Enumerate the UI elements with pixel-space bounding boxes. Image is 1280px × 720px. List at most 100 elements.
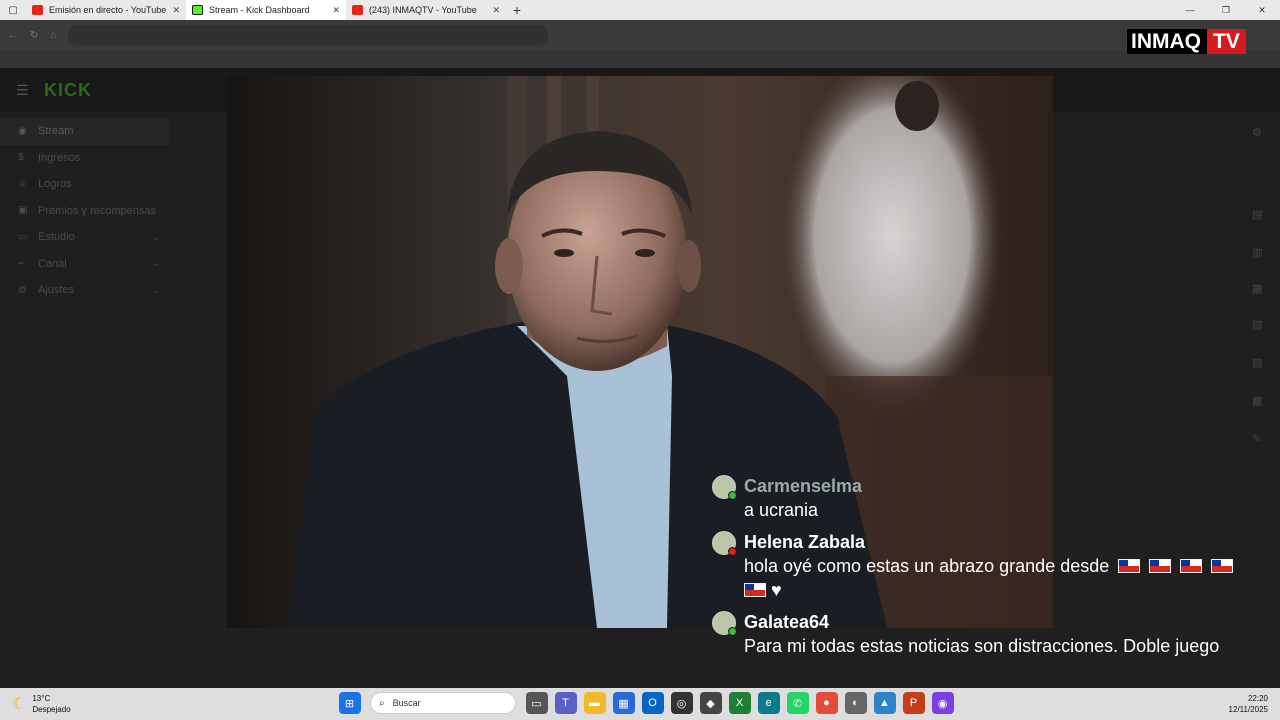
weather-condition: Despejado [32,705,71,714]
reload-icon[interactable]: ↻ [30,30,38,41]
brand-logo-part: INMAQ [1127,29,1207,54]
sidebar-item-ingresos[interactable]: $ Ingresos [0,145,170,172]
back-icon[interactable]: ← [8,30,18,41]
bookmarks-bar [0,50,1280,68]
photos-icon[interactable]: ▲ [873,692,896,714]
youtube-badge-icon [728,547,737,556]
sidebar-item-estudio[interactable]: ▭ Estudio ⌄ [0,224,170,251]
teams-icon[interactable]: T [554,692,577,714]
chrome-icon[interactable]: ● [815,692,838,714]
broadcast-icon: ◉ [18,125,27,137]
taskbar-clock[interactable]: 22:20 12/11/2025 [1229,693,1268,715]
chat-username: Carmenselma [744,476,863,496]
chat-text: a ucrania [744,500,819,520]
task-view-icon[interactable]: ▭ [525,692,548,714]
tab-title: (243) INMAQTV - YouTube [369,5,477,15]
obs-icon[interactable]: ◎ [670,692,693,714]
store-icon[interactable]: ▦ [612,692,635,714]
chevron-down-icon: ⌄ [152,258,160,269]
kick-logo: KICK [44,80,92,100]
chat-username: Galatea64 [744,612,830,632]
windows-taskbar: ☾ 13°C Despejado ⊞ ⌕ Buscar ▭ T ▬ ▦ O ◎ … [0,688,1280,720]
rail-icon[interactable]: ▧ [1252,318,1262,331]
hamburger-menu-icon[interactable]: ☰ [16,82,29,99]
maximize-button[interactable]: ❐ [1208,0,1244,20]
browser-tab-strip: ▢ Emisión en directo - YouTube Stu ✕ Str… [0,0,1280,20]
gear-icon[interactable]: ⚙ [1252,126,1262,139]
browser-tab-inmaqtv-youtube[interactable]: (243) INMAQTV - YouTube ✕ [346,0,506,20]
chat-overlay: Carmenselma a ucrania Helena Zabala hola… [712,474,1252,666]
app-icon[interactable]: ◆ [699,692,722,714]
rail-icon[interactable]: ▤ [1252,208,1262,221]
edge-icon[interactable]: e [757,692,780,714]
sidebar-item-label: Stream [38,125,74,138]
whatsapp-icon[interactable]: ✆ [786,692,809,714]
channel-icon: ⌁ [18,258,25,270]
sidebar-item-label: Estudio [38,231,75,244]
rail-icon[interactable]: ▥ [1252,246,1262,259]
gear-icon: ⚙ [18,284,27,296]
taskbar-search[interactable]: ⌕ Buscar [370,692,516,714]
dashboard-sidebar: ◉ Stream $ Ingresos ♕ Logros ▣ Premios y… [0,118,170,304]
brand-logo-part: TV [1207,29,1246,54]
weather-widget[interactable]: ☾ 13°C Despejado [12,693,71,715]
sidebar-item-premios[interactable]: ▣ Premios y recompensas [0,198,170,225]
chat-message: Carmenselma a ucrania [712,474,1252,522]
home-icon[interactable]: ⌂ [50,30,56,41]
tab-title: Stream - Kick Dashboard [209,5,310,15]
avatar [712,611,737,636]
platform-badge-icon [728,491,737,500]
app-icon[interactable]: ◉ [931,692,954,714]
rail-icon[interactable]: ▦ [1252,282,1262,295]
window-controls: — ❐ ✕ [1172,0,1280,20]
excel-icon[interactable]: X [728,692,751,714]
browser-toolbar: ← ↻ ⌂ [0,20,1280,50]
clock-date: 12/11/2025 [1228,705,1268,714]
avatar [712,475,737,500]
new-tab-button[interactable]: + [506,0,528,20]
app-icon[interactable]: ◐ [844,692,867,714]
wrench-icon[interactable]: ✎ [1252,432,1261,445]
browser-tab-kick-dashboard[interactable]: Stream - Kick Dashboard ✕ [186,0,346,20]
weather-temp: 13°C [32,694,51,703]
sidebar-item-label: Ajustes [38,284,75,297]
chile-flag-icon [744,583,766,597]
platform-badge-icon [728,627,737,636]
sidebar-item-label: Ingresos [38,151,81,164]
avatar [712,531,737,556]
tab-title: Emisión en directo - YouTube Stu [49,5,168,15]
chevron-down-icon: ⌄ [152,284,160,295]
sidebar-item-label: Logros [38,178,72,191]
chat-text: Para mi todas estas noticias son distrac… [744,636,1220,656]
tab-actions-icon[interactable]: ▢ [0,0,26,20]
outlook-icon[interactable]: O [641,692,664,714]
heart-icon: ♥ [771,580,782,600]
gift-icon: ▣ [18,205,28,217]
minimize-button[interactable]: — [1172,0,1208,20]
chat-text-container: hola oyé como estas un abrazo grande des… [744,554,1252,602]
sidebar-item-stream[interactable]: ◉ Stream [0,118,170,145]
sidebar-item-label: Canal [38,257,67,270]
studio-icon: ▭ [18,231,28,243]
taskbar-apps: ⊞ ⌕ Buscar ▭ T ▬ ▦ O ◎ ◆ X e ✆ ● ◐ ▲ P ◉ [335,692,957,714]
chile-flag-icon [1180,559,1203,573]
chat-message: Galatea64 Para mi todas estas noticias s… [712,610,1252,658]
browser-tab-youtube-studio[interactable]: Emisión en directo - YouTube Stu ✕ [26,0,186,20]
file-explorer-icon[interactable]: ▬ [583,692,606,714]
sidebar-item-logros[interactable]: ♕ Logros [0,171,170,198]
chat-message: Helena Zabala hola oyé como estas un abr… [712,530,1252,602]
sidebar-item-ajustes[interactable]: ⚙ Ajustes ⌄ [0,277,170,304]
address-bar[interactable] [68,25,549,45]
inmaqtv-logo: INMAQ TV [1127,29,1246,54]
trophy-icon: ♕ [18,178,27,190]
sidebar-item-canal[interactable]: ⌁ Canal ⌄ [0,251,170,278]
rail-icon[interactable]: ▨ [1252,356,1262,369]
close-window-button[interactable]: ✕ [1244,0,1280,20]
powerpoint-icon[interactable]: P [902,692,925,714]
close-tab-icon[interactable]: ✕ [332,5,340,16]
chat-text: hola oyé como estas un abrazo grande des… [744,556,1110,576]
windows-start-icon[interactable]: ⊞ [338,692,361,714]
close-tab-icon[interactable]: ✕ [172,5,180,16]
close-tab-icon[interactable]: ✕ [492,5,500,16]
rail-icon[interactable]: ▩ [1252,394,1262,407]
